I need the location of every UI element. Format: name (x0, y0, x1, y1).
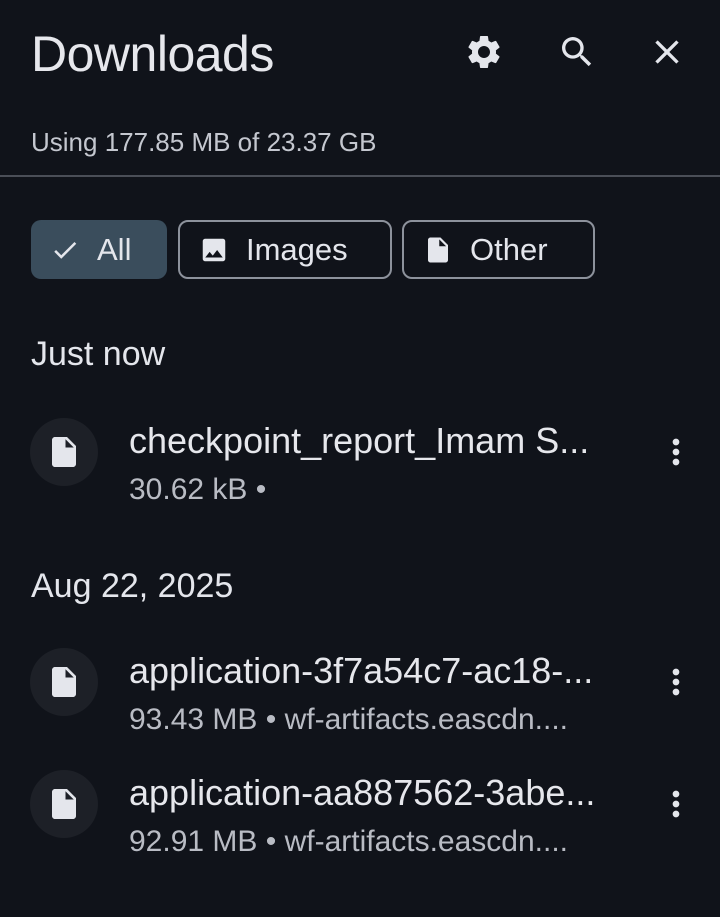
more-options-button[interactable] (652, 780, 700, 828)
download-filename: application-3f7a54c7-ac18-... (129, 650, 594, 691)
filter-chip-all[interactable]: All (31, 220, 167, 279)
image-icon (198, 234, 230, 266)
divider (0, 175, 720, 177)
more-options-button[interactable] (652, 428, 700, 476)
settings-button[interactable] (460, 28, 508, 76)
close-icon (655, 40, 679, 64)
filter-chip-label: Images (246, 231, 348, 267)
download-item[interactable]: checkpoint_report_Imam S... 30.62 kB • (0, 410, 720, 510)
check-icon (49, 234, 81, 266)
file-icon (422, 234, 454, 266)
download-meta: 30.62 kB • (129, 473, 267, 506)
downloads-panel: Downloads Using 177.85 MB of 23.37 GB Al… (0, 0, 720, 917)
filter-chip-label: All (97, 231, 132, 267)
search-icon (562, 37, 592, 67)
section-header: Aug 22, 2025 (31, 567, 234, 605)
file-icon (30, 770, 98, 838)
more-vert-icon (672, 790, 680, 818)
gear-icon (468, 35, 500, 68)
section-header: Just now (31, 335, 166, 373)
page-title: Downloads (31, 26, 274, 82)
file-icon (30, 648, 98, 716)
more-vert-icon (672, 668, 680, 696)
download-filename: application-aa887562-3abe... (129, 772, 596, 813)
more-vert-icon (672, 438, 680, 466)
download-item[interactable]: application-3f7a54c7-ac18-... 93.43 MB •… (0, 640, 720, 740)
more-options-button[interactable] (652, 658, 700, 706)
filter-chip-label: Other (470, 231, 548, 267)
search-button[interactable] (553, 28, 601, 76)
file-icon (30, 418, 98, 486)
download-meta: 92.91 MB • wf-artifacts.eascdn.... (129, 825, 569, 858)
filter-chip-other[interactable]: Other (402, 220, 595, 279)
storage-usage-text: Using 177.85 MB of 23.37 GB (31, 127, 377, 157)
filter-chip-images[interactable]: Images (178, 220, 392, 279)
download-item[interactable]: application-aa887562-3abe... 92.91 MB • … (0, 762, 720, 862)
download-meta: 93.43 MB • wf-artifacts.eascdn.... (129, 703, 569, 736)
download-filename: checkpoint_report_Imam S... (129, 420, 590, 461)
close-button[interactable] (643, 28, 691, 76)
header: Downloads (0, 0, 720, 110)
